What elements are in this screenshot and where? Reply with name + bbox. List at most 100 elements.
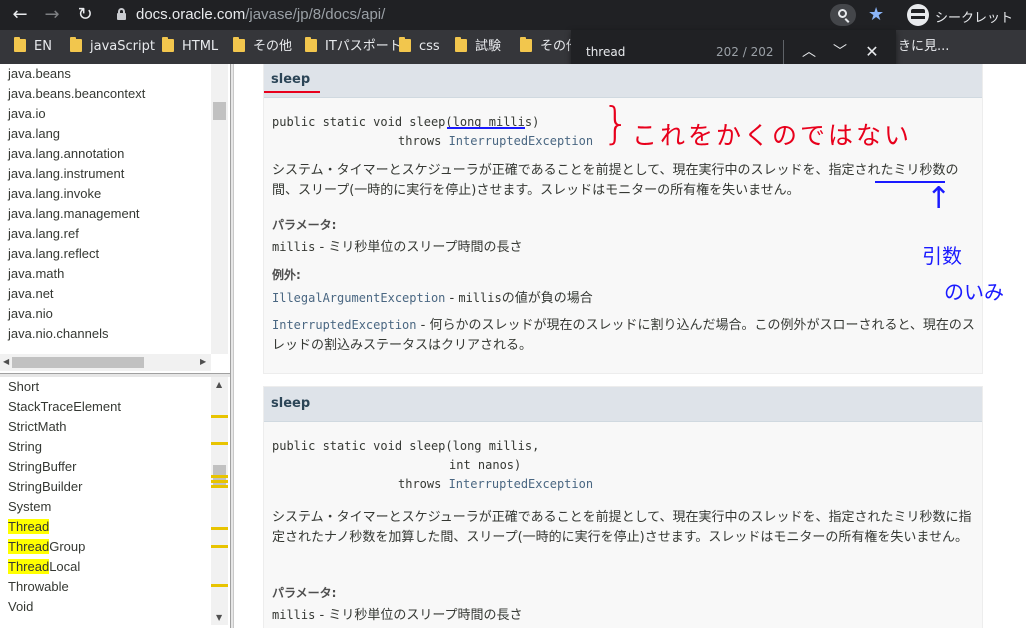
exception-link[interactable]: InterruptedException (272, 318, 417, 332)
find-divider (783, 40, 784, 66)
profile-label[interactable]: シークレット (935, 7, 1013, 26)
exception-link[interactable]: InterruptedException (449, 477, 594, 491)
class-link[interactable]: Throwable (8, 577, 121, 597)
method-name: sleep (271, 72, 311, 87)
package-link[interactable]: java.io (8, 104, 145, 124)
class-link-threadlocal[interactable]: ThreadLocal (8, 557, 121, 577)
red-brace: } (602, 98, 630, 149)
class-list: Short StackTraceElement StrictMath Strin… (8, 377, 121, 617)
bookmark-folder[interactable]: css (399, 37, 440, 56)
package-link[interactable]: java.lang.instrument (8, 164, 145, 184)
class-link[interactable]: StringBuffer (8, 457, 121, 477)
folder-icon (399, 37, 411, 52)
params-label: パラメータ: (272, 586, 337, 600)
package-link[interactable]: java.lang.management (8, 204, 145, 224)
scroll-right-icon[interactable]: ▶ (200, 357, 206, 367)
package-vertical-scrollbar[interactable] (211, 64, 228, 354)
bookmark-overflow[interactable]: きに見... (898, 38, 949, 56)
package-list-frame: java.beans java.beans.beancontext java.io j… (0, 64, 230, 373)
scroll-down-icon[interactable]: ▼ (216, 613, 222, 623)
find-in-page-icon[interactable] (830, 4, 856, 26)
find-result-marker (211, 442, 228, 445)
find-result-marker (211, 527, 228, 530)
package-link[interactable]: java.lang (8, 124, 145, 144)
method-header: sleep (264, 387, 982, 422)
class-list-frame: Short StackTraceElement StrictMath Strin… (0, 377, 230, 628)
class-link[interactable]: StrictMath (8, 417, 121, 437)
forward-arrow-icon[interactable]: → (40, 3, 64, 27)
up-arrow-icon: ↑ (926, 181, 952, 216)
red-underline (264, 91, 320, 93)
find-input[interactable]: thread (586, 45, 625, 59)
method-signature: public static void sleep(long millis, (272, 439, 540, 453)
exception-link[interactable]: IllegalArgumentException (272, 291, 445, 305)
chevron-down-icon[interactable]: ﹀ (830, 42, 850, 62)
url-domain: docs.oracle.com (136, 6, 246, 23)
exception-item: IllegalArgumentException - millisの値が負の場合 (272, 291, 593, 306)
package-link[interactable]: java.nio.channels (8, 324, 145, 344)
package-link[interactable]: java.math (8, 264, 145, 284)
folder-icon (305, 37, 317, 52)
throws-label: 例外: (272, 268, 301, 282)
search-highlight: Thread (8, 559, 50, 574)
reload-icon[interactable]: ↻ (73, 3, 97, 27)
class-link[interactable]: StringBuilder (8, 477, 121, 497)
package-link[interactable]: java.lang.ref (8, 224, 145, 244)
folder-icon (14, 37, 26, 52)
class-link[interactable]: StackTraceElement (8, 397, 121, 417)
exception-item: InterruptedException - 何らかのスレッドが現在のスレッドに… (272, 318, 975, 353)
folder-icon (233, 37, 245, 52)
find-result-marker (211, 485, 228, 488)
method-description: システム・タイマーとスケジューラが正確であることを前提として、現在実行中のスレッ… (272, 163, 959, 198)
back-arrow-icon[interactable]: ← (8, 3, 32, 27)
find-match-count: 202 / 202 (716, 45, 774, 59)
bookmark-star-icon[interactable]: ★ (868, 3, 884, 27)
package-link[interactable]: java.net (8, 284, 145, 304)
bookmark-folder[interactable]: 試験 (455, 37, 501, 56)
bookmark-folder[interactable]: EN (14, 37, 52, 56)
url-path: /javase/jp/8/docs/api/ (245, 6, 386, 23)
class-link-thread[interactable]: Thread (8, 517, 121, 537)
scroll-left-icon[interactable]: ◀ (3, 357, 9, 367)
package-link[interactable]: java.lang.reflect (8, 244, 145, 264)
scroll-thumb[interactable] (213, 102, 226, 120)
blue-note: 引数 (922, 244, 962, 268)
class-link[interactable]: System (8, 497, 121, 517)
blue-note: のいみ (944, 280, 1004, 304)
folder-icon (455, 37, 467, 52)
red-note: これをかくのではない (632, 121, 913, 150)
package-link[interactable]: java.lang.annotation (8, 144, 145, 164)
class-link[interactable]: Short (8, 377, 121, 397)
package-link[interactable]: java.beans (8, 64, 145, 84)
class-link[interactable]: String (8, 437, 121, 457)
scroll-thumb[interactable] (12, 357, 144, 368)
address-bar[interactable]: docs.oracle.com/javase/jp/8/docs/api/ (136, 6, 385, 23)
lock-icon[interactable] (117, 8, 126, 20)
method-signature: public static void sleep(long millis) (272, 115, 540, 129)
method-throws: throws InterruptedException (398, 477, 594, 491)
package-link[interactable]: java.beans.beancontext (8, 84, 145, 104)
bookmark-folder[interactable]: その他 (233, 37, 292, 56)
chevron-up-icon[interactable]: ︿ (799, 42, 819, 62)
highlighted-phrase: 指定された (828, 163, 894, 178)
scroll-up-icon[interactable]: ▲ (216, 380, 222, 390)
package-horizontal-scrollbar[interactable]: ◀ ▶ (0, 354, 211, 371)
bookmark-folder[interactable]: HTML (162, 37, 218, 56)
folder-icon (162, 37, 174, 52)
folder-icon (520, 37, 532, 52)
package-link[interactable]: java.nio (8, 304, 145, 324)
package-link[interactable]: java.lang.invoke (8, 184, 145, 204)
method-detail-block: sleep public static void sleep(long mill… (263, 386, 983, 628)
method-name: sleep (271, 396, 311, 411)
method-throws: throws InterruptedException (398, 134, 594, 148)
class-link[interactable]: Void (8, 597, 121, 617)
exception-link[interactable]: InterruptedException (449, 134, 594, 148)
class-link-threadgroup[interactable]: ThreadGroup (8, 537, 121, 557)
search-highlight: Thread (8, 519, 50, 534)
params-label: パラメータ: (272, 218, 337, 232)
bookmark-folder[interactable]: javaScript (70, 37, 155, 56)
bookmark-folder[interactable]: ITパスポート (305, 37, 402, 56)
search-highlight: Thread (8, 539, 50, 554)
incognito-icon[interactable] (907, 4, 929, 26)
close-icon[interactable]: ✕ (862, 42, 882, 62)
